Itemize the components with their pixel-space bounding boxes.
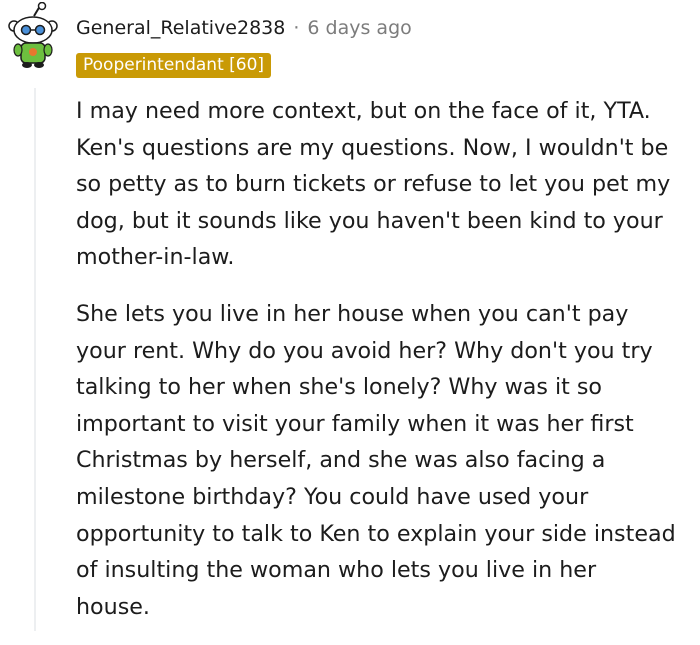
comment-paragraph-2: She lets you live in her house when you … [76, 300, 676, 620]
comment-timestamp[interactable]: 6 days ago [307, 17, 411, 39]
comment-paragraph-1: I may need more context, but on the face… [76, 98, 671, 271]
meta-separator: · [293, 17, 300, 39]
thread-line[interactable] [34, 88, 36, 631]
avatar[interactable] [4, 1, 60, 72]
snoo-avatar-icon [8, 1, 58, 68]
user-flair: Pooperintendant [60] [76, 53, 272, 78]
comment-header: General_Relative2838 · 6 days ago [76, 14, 412, 42]
username-link[interactable]: General_Relative2838 [76, 17, 285, 39]
comment-body: I may need more context, but on the face… [76, 93, 676, 645]
